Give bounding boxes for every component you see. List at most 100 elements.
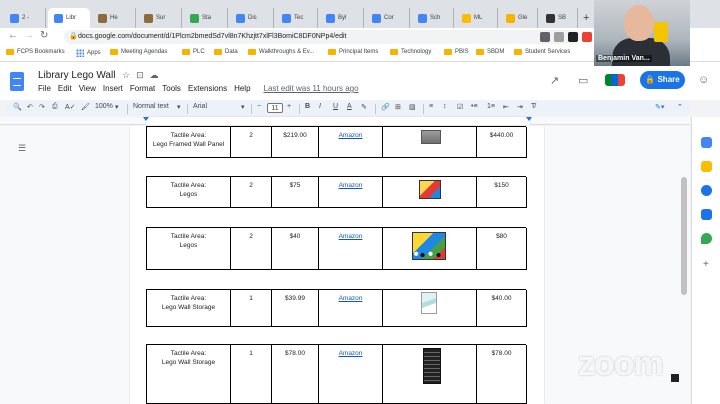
editing-mode-icon[interactable]: ✎▾: [655, 103, 664, 111]
total-cell[interactable]: $440.00: [477, 127, 527, 158]
redo-icon[interactable]: ↷: [39, 103, 45, 111]
total-cell[interactable]: $78.00: [477, 345, 527, 404]
vendor-link[interactable]: Amazon: [339, 132, 363, 139]
extension-icon[interactable]: [554, 32, 564, 42]
print-icon[interactable]: ⎙: [52, 103, 58, 111]
style-select[interactable]: Normal text: [133, 103, 169, 110]
quantity-cell[interactable]: 2: [231, 177, 272, 208]
vendor-link[interactable]: Amazon: [339, 182, 363, 189]
last-edit-link[interactable]: Last edit was 11 hours ago: [264, 84, 359, 93]
image-cell[interactable]: [383, 228, 477, 270]
browser-tab[interactable]: Byl: [320, 8, 364, 28]
share-button[interactable]: 🔒 Share: [640, 71, 685, 89]
bulleted-list-icon[interactable]: •≡: [471, 103, 478, 110]
highlight-icon[interactable]: ✎: [361, 103, 367, 111]
total-cell[interactable]: $150: [477, 177, 527, 208]
docs-logo-icon[interactable]: [10, 72, 24, 91]
numbered-list-icon[interactable]: 1≡: [487, 103, 495, 110]
increase-size-icon[interactable]: +: [287, 103, 291, 110]
undo-icon[interactable]: ↶: [27, 103, 33, 111]
extension-icon[interactable]: [582, 32, 592, 42]
font-select[interactable]: Arial: [193, 103, 207, 110]
paint-format-icon[interactable]: 🖌: [81, 103, 90, 111]
vendor-cell[interactable]: Amazon: [319, 345, 383, 404]
browser-tab[interactable]: Cor: [366, 8, 410, 28]
tasks-icon[interactable]: [701, 185, 712, 196]
price-cell[interactable]: $219.00: [272, 127, 319, 158]
bookmark-item[interactable]: Technology: [390, 49, 431, 55]
align-left-icon[interactable]: ≡: [429, 103, 433, 110]
vendor-cell[interactable]: Amazon: [319, 177, 383, 208]
vendor-link[interactable]: Amazon: [339, 350, 363, 357]
extension-icon[interactable]: [568, 32, 578, 42]
checklist-icon[interactable]: ☑: [457, 103, 463, 111]
image-cell[interactable]: [383, 127, 477, 158]
bookmark-item[interactable]: Meeting Agendas: [110, 49, 167, 55]
collapse-menus-icon[interactable]: ⌃: [677, 103, 683, 111]
comments-icon[interactable]: ▭: [578, 74, 588, 87]
get-addons-icon[interactable]: +: [703, 259, 709, 270]
menu-file[interactable]: File: [38, 84, 51, 93]
browser-tab[interactable]: Tec: [276, 8, 318, 28]
browser-tab[interactable]: Sta: [184, 8, 228, 28]
line-spacing-icon[interactable]: ↕: [443, 103, 447, 110]
price-cell[interactable]: $39.99: [272, 290, 319, 327]
category-cell[interactable]: Tactile Area: Lego Framed Wall Panel: [147, 127, 231, 158]
bookmark-item[interactable]: Walkthroughs & Ev...: [248, 49, 314, 55]
font-size-input[interactable]: 11: [267, 103, 283, 113]
contacts-icon[interactable]: [701, 209, 712, 220]
image-cell[interactable]: [383, 290, 477, 327]
browser-tab[interactable]: ML: [456, 8, 498, 28]
category-cell[interactable]: Tactile Area: Legos: [147, 228, 231, 270]
bookmark-item[interactable]: Principal Items: [328, 49, 378, 55]
bookmark-item[interactable]: Student Services: [514, 49, 570, 55]
keep-icon[interactable]: [701, 161, 712, 172]
browser-tab[interactable]: Dis: [230, 8, 274, 28]
text-color-icon[interactable]: A: [347, 103, 352, 110]
price-cell[interactable]: $75: [272, 177, 319, 208]
browser-tab[interactable]: Sur: [138, 8, 182, 28]
move-folder-icon[interactable]: ⊡: [136, 70, 144, 81]
meet-icon[interactable]: [605, 74, 625, 86]
browser-tab[interactable]: 2 -: [4, 8, 46, 28]
right-indent-marker[interactable]: [526, 117, 532, 121]
clear-formatting-icon[interactable]: T̸: [531, 103, 535, 110]
browser-tab[interactable]: He: [92, 8, 136, 28]
vendor-cell[interactable]: Amazon: [319, 290, 383, 327]
italic-icon[interactable]: I: [319, 103, 321, 110]
add-comment-icon[interactable]: ⊞: [395, 103, 401, 111]
price-cell[interactable]: $40: [272, 228, 319, 270]
reload-icon[interactable]: ↻: [40, 30, 48, 41]
vendor-cell[interactable]: Amazon: [319, 127, 383, 158]
decrease-indent-icon[interactable]: ⇤: [503, 103, 509, 111]
menu-extensions[interactable]: Extensions: [188, 84, 227, 93]
account-avatar-icon[interactable]: ☺: [698, 74, 709, 86]
category-cell[interactable]: Tactile Area: Lego Wall Storage: [147, 290, 231, 327]
star-icon[interactable]: ☆: [122, 70, 130, 81]
bookmark-item[interactable]: SBDM: [476, 49, 504, 55]
quantity-cell[interactable]: 1: [231, 290, 272, 327]
image-cell[interactable]: [383, 177, 477, 208]
increase-indent-icon[interactable]: ⇥: [517, 103, 523, 111]
vendor-link[interactable]: Amazon: [339, 295, 363, 302]
bookmark-item[interactable]: Apps: [76, 49, 101, 57]
document-outline-icon[interactable]: ☰: [18, 143, 26, 154]
browser-tab[interactable]: Gle: [500, 8, 538, 28]
browser-tab[interactable]: Sch: [412, 8, 454, 28]
total-cell[interactable]: $80: [477, 228, 527, 270]
activity-trend-icon[interactable]: ↗: [550, 74, 559, 87]
menu-edit[interactable]: Edit: [58, 84, 72, 93]
vertical-scrollbar[interactable]: [681, 177, 687, 295]
menu-view[interactable]: View: [79, 84, 96, 93]
menu-insert[interactable]: Insert: [103, 84, 123, 93]
bookmark-item[interactable]: Data: [214, 49, 238, 55]
quantity-cell[interactable]: 2: [231, 127, 272, 158]
url-field[interactable]: 🔒 docs.google.com/document/d/1Plcm2bmedS…: [64, 30, 580, 44]
vendor-link[interactable]: Amazon: [339, 233, 363, 240]
cloud-status-icon[interactable]: ☁: [150, 70, 159, 81]
extension-icon[interactable]: [540, 32, 550, 42]
price-cell[interactable]: $78.00: [272, 345, 319, 404]
bookmark-item[interactable]: PBIS: [444, 49, 469, 55]
document-title[interactable]: Library Lego Wall: [38, 70, 115, 81]
insert-image-icon[interactable]: ▨: [409, 103, 416, 111]
